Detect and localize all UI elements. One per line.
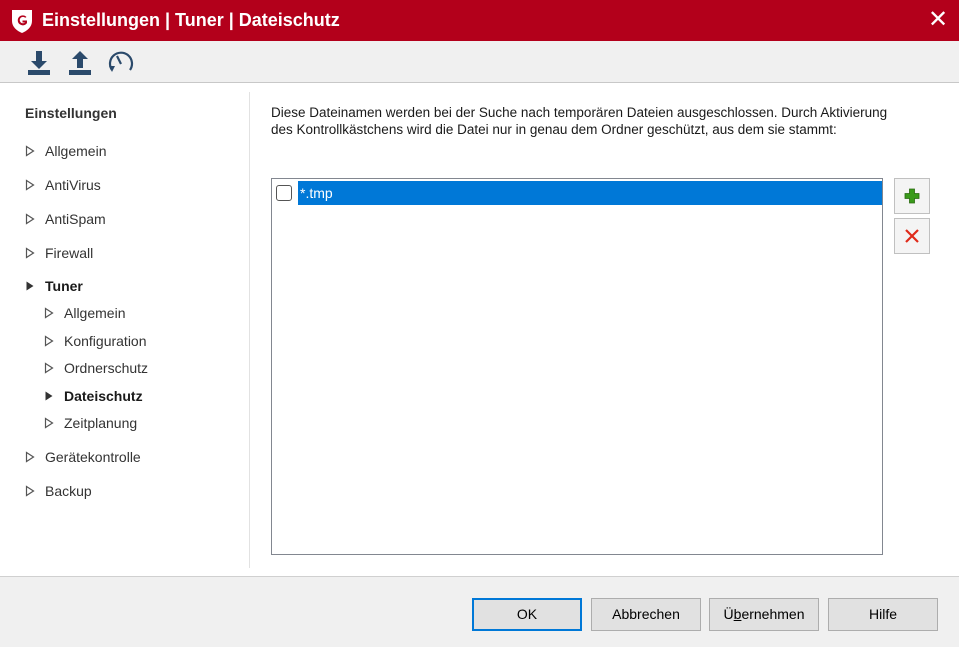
title-bar: Einstellungen | Tuner | Dateischutz ✕ [0, 0, 959, 41]
ok-button[interactable]: OK [472, 598, 582, 631]
help-button[interactable]: Hilfe [828, 598, 938, 631]
sidebar-item-label: Allgemein [64, 305, 126, 321]
toolbar [0, 41, 959, 83]
expand-arrow-icon[interactable] [25, 179, 35, 191]
sidebar-divider [249, 92, 250, 568]
expanded-arrow-icon[interactable] [25, 280, 35, 292]
folder-only-checkbox[interactable] [276, 185, 292, 201]
sidebar-item-allgemein[interactable]: Allgemein [25, 140, 106, 162]
list-item[interactable]: *.tmp [276, 181, 882, 205]
description-text: Diese Dateinamen werden bei der Suche na… [271, 105, 888, 137]
remove-button[interactable] [894, 218, 930, 254]
plus-icon [904, 188, 920, 204]
expand-arrow-icon[interactable] [44, 362, 54, 374]
sidebar-item-antispam[interactable]: AntiSpam [25, 208, 106, 230]
sidebar-item-antivirus[interactable]: AntiVirus [25, 174, 101, 196]
sidebar-item-konfiguration[interactable]: Konfiguration [44, 330, 147, 352]
sidebar-item-allgemein[interactable]: Allgemein [44, 302, 125, 324]
sidebar-item-ordnerschutz[interactable]: Ordnerschutz [44, 357, 148, 379]
sidebar-item-label: Tuner [45, 278, 83, 294]
expand-arrow-icon[interactable] [44, 307, 54, 319]
window-edge [955, 84, 959, 576]
sidebar-item-label: Zeitplanung [64, 415, 138, 431]
expand-arrow-icon[interactable] [25, 485, 35, 497]
sidebar-item-label: Konfiguration [64, 333, 147, 349]
sidebar-item-firewall[interactable]: Firewall [25, 242, 93, 264]
sidebar-heading: Einstellungen [25, 105, 117, 121]
sidebar-item-gerätekontrolle[interactable]: Gerätekontrolle [25, 446, 141, 468]
sidebar-item-backup[interactable]: Backup [25, 480, 92, 502]
restore-icon[interactable] [106, 48, 136, 78]
sidebar-item-label: Allgemein [45, 143, 107, 159]
cancel-button[interactable]: Abbrechen [591, 598, 701, 631]
expand-arrow-icon[interactable] [25, 213, 35, 225]
window-title: Einstellungen | Tuner | Dateischutz [42, 10, 340, 30]
sidebar-item-label: Firewall [45, 245, 94, 261]
add-button[interactable] [894, 178, 930, 214]
expand-arrow-icon[interactable] [44, 335, 54, 347]
expand-arrow-icon[interactable] [25, 145, 35, 157]
sidebar-item-label: Gerätekontrolle [45, 449, 141, 465]
sidebar-item-label: AntiVirus [45, 177, 101, 193]
sidebar-item-zeitplanung[interactable]: Zeitplanung [44, 412, 137, 434]
sidebar-item-label: AntiSpam [45, 211, 106, 227]
sidebar-item-tuner[interactable]: Tuner [25, 275, 83, 297]
close-icon[interactable]: ✕ [923, 5, 953, 35]
sidebar-item-label: Dateischutz [64, 388, 143, 404]
expand-arrow-icon[interactable] [25, 247, 35, 259]
expand-arrow-icon[interactable] [25, 451, 35, 463]
gdata-logo-icon [12, 10, 32, 33]
expand-arrow-icon[interactable] [44, 417, 54, 429]
sidebar-item-dateischutz[interactable]: Dateischutz [44, 385, 143, 407]
excluded-files-list[interactable]: *.tmp [271, 178, 883, 555]
sidebar-item-label: Backup [45, 483, 92, 499]
apply-label-prefix: Ü [723, 606, 734, 622]
apply-label-suffix: ernehmen [741, 606, 805, 622]
expand-arrow-icon[interactable] [44, 390, 54, 402]
list-item-label[interactable]: *.tmp [298, 181, 882, 205]
export-icon[interactable] [65, 48, 95, 78]
sidebar-item-label: Ordnerschutz [64, 360, 149, 376]
apply-button[interactable]: Übernehmen [709, 598, 819, 631]
delete-icon [905, 229, 919, 243]
dialog-footer: OK Abbrechen Übernehmen Hilfe [0, 576, 959, 647]
import-icon[interactable] [24, 48, 54, 78]
